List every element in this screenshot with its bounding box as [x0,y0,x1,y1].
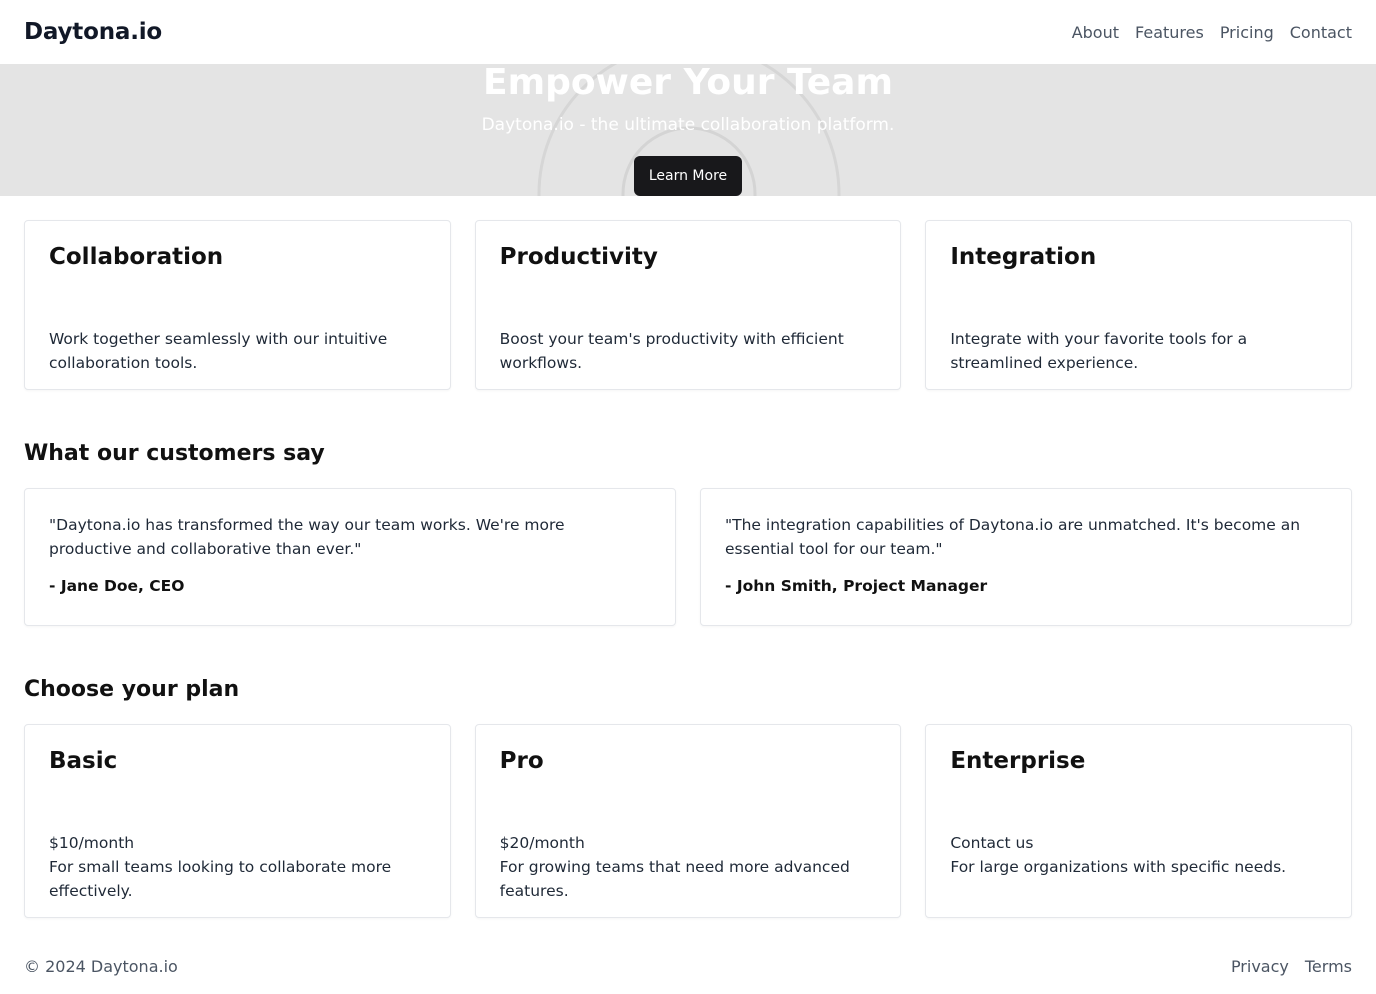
testimonial-quote: "Daytona.io has transformed the way our … [49,516,565,558]
testimonial-author: - John Smith, Project Manager [725,577,988,595]
copyright-text: © 2024 Daytona.io [24,956,178,976]
testimonials-section: What our customers say "Daytona.io has t… [24,438,1352,626]
nav-link-about[interactable]: About [1072,23,1119,42]
plan-description: For large organizations with specific ne… [950,858,1287,876]
feature-description: Integrate with your favorite tools for a… [950,330,1248,372]
pricing-heading: Choose your plan [24,677,240,702]
hero-title: Empower Your Team [483,64,893,103]
plan-card-basic[interactable]: Basic $10/month For small teams looking … [24,724,451,918]
feature-card-productivity: Productivity Boost your team's productiv… [474,220,902,390]
footer-links: Privacy Terms [1231,957,1352,976]
feature-card-integration: Integration Integrate with your favorite… [925,220,1352,390]
pricing-section: Choose your plan Basic $10/month For sma… [24,674,1352,918]
testimonial-author: - Jane Doe, CEO [49,577,185,595]
testimonials-grid: "Daytona.io has transformed the way our … [24,488,1352,626]
plan-description: For small teams looking to collaborate m… [49,858,392,900]
learn-more-button[interactable]: Learn More [634,156,742,196]
feature-card-collaboration: Collaboration Work together seamlessly w… [24,220,451,390]
plan-name: Enterprise [950,748,1086,774]
plan-details: $10/month For small teams looking to col… [49,831,426,903]
testimonials-heading: What our customers say [24,441,325,466]
testimonial-quote: "The integration capabilities of Daytona… [725,516,1301,558]
plan-description: For growing teams that need more advance… [499,858,850,900]
feature-title: Collaboration [49,244,224,270]
feature-description: Work together seamlessly with our intuit… [49,330,388,372]
hero-section: Empower Your Team Daytona.io - the ultim… [0,64,1376,196]
main-nav: About Features Pricing Contact [1072,23,1352,42]
feature-title: Productivity [499,244,658,270]
plan-name: Basic [49,748,118,774]
plan-card-enterprise[interactable]: Enterprise Contact us For large organiza… [925,724,1352,918]
testimonial-card: "The integration capabilities of Daytona… [700,488,1352,626]
plan-price: $20/month [499,834,585,852]
plan-price: Contact us [950,834,1034,852]
brand-logo[interactable]: Daytona.io [24,19,162,45]
nav-link-pricing[interactable]: Pricing [1220,23,1274,42]
site-footer: © 2024 Daytona.io Privacy Terms [0,946,1376,986]
plan-name: Pro [499,748,544,774]
footer-link-terms[interactable]: Terms [1305,957,1352,976]
plan-price: $10/month [49,834,135,852]
plan-card-pro[interactable]: Pro $20/month For growing teams that nee… [474,724,902,918]
main-content: Collaboration Work together seamlessly w… [0,220,1376,918]
feature-description: Boost your team's productivity with effi… [499,330,844,372]
site-header: Daytona.io About Features Pricing Contac… [0,0,1376,64]
feature-title: Integration [950,244,1097,270]
nav-link-features[interactable]: Features [1135,23,1204,42]
nav-link-contact[interactable]: Contact [1290,23,1352,42]
pricing-grid: Basic $10/month For small teams looking … [24,724,1352,918]
plan-details: Contact us For large organizations with … [950,831,1327,879]
features-grid: Collaboration Work together seamlessly w… [24,220,1352,390]
footer-link-privacy[interactable]: Privacy [1231,957,1289,976]
testimonial-card: "Daytona.io has transformed the way our … [24,488,676,626]
plan-details: $20/month For growing teams that need mo… [500,831,877,903]
hero-subtitle: Daytona.io - the ultimate collaboration … [481,115,895,135]
